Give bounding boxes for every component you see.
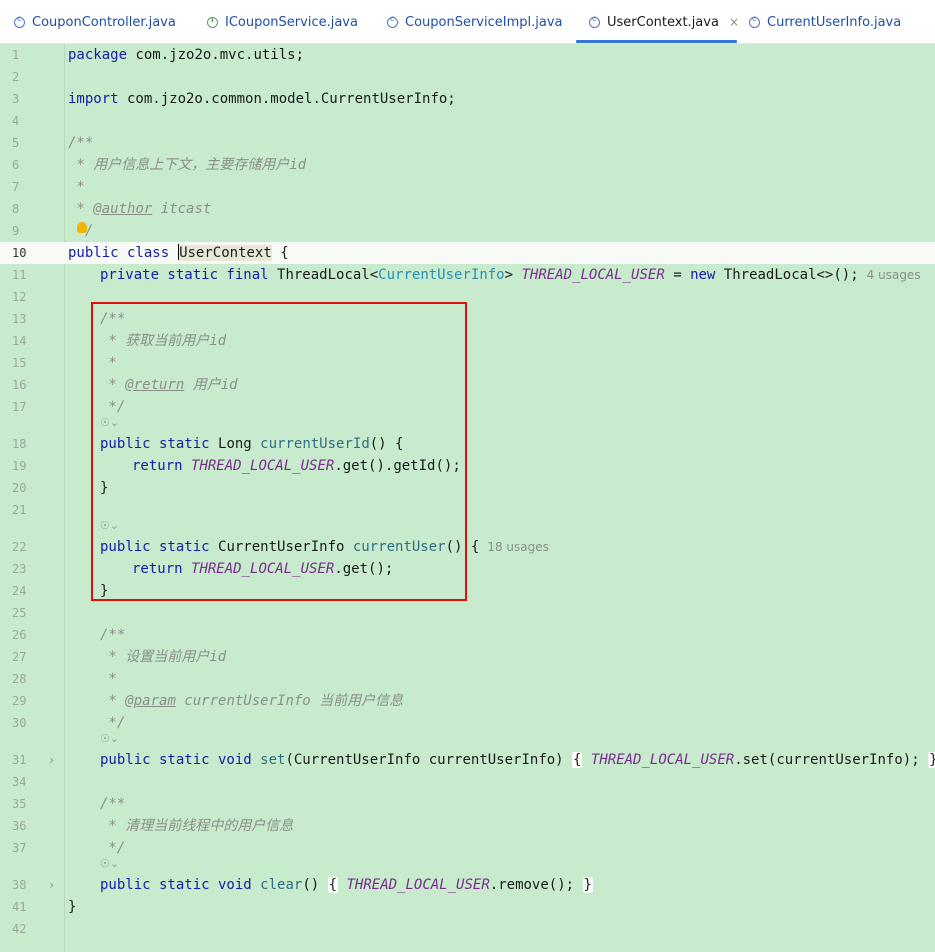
code-line: 41}	[12, 899, 77, 915]
code-line: 37 */	[12, 840, 126, 856]
code-line: 25	[12, 606, 27, 620]
code-editor[interactable]: 1 package com.jzo2o.mvc.utils; 2 3 import …	[0, 44, 935, 952]
code-line: 36 * 清理当前线程中的用户信息	[12, 818, 294, 834]
fold-chevron-icon[interactable]: ›	[48, 874, 55, 896]
code-line: 5/**	[12, 135, 94, 151]
editor-tab-bar: CouponController.java ICouponService.jav…	[0, 0, 935, 44]
code-line: 2	[12, 70, 20, 84]
class-icon	[387, 14, 398, 28]
code-line: 34	[12, 775, 27, 789]
code-line: 7 *	[12, 179, 85, 195]
active-tab-indicator	[576, 40, 737, 43]
intention-bulb-icon[interactable]	[77, 222, 87, 233]
fold-chevron-icon[interactable]: ›	[48, 749, 55, 771]
class-icon	[749, 14, 760, 28]
usages-hint[interactable]: 18 usages	[487, 540, 549, 554]
class-icon	[589, 14, 600, 28]
tab-current-user-info[interactable]: CurrentUserInfo.java	[749, 0, 901, 44]
class-icon	[14, 14, 25, 28]
tab-coupon-controller[interactable]: CouponController.java	[14, 0, 176, 44]
code-line: 11 private static final ThreadLocal<Curre…	[12, 267, 921, 283]
tab-icoupon-service[interactable]: ICouponService.java	[207, 0, 358, 44]
interface-icon	[207, 16, 218, 28]
code-line: 38 › public static void clear() { THREAD_L…	[0, 874, 935, 896]
code-line: 31 › public static void set(CurrentUserInf…	[0, 749, 935, 771]
code-line: 3 import com.jzo2o.common.model.CurrentUs…	[12, 91, 456, 107]
code-line: 27 * 设置当前用户id	[12, 649, 227, 665]
highlight-box	[91, 302, 467, 601]
code-line: 42	[12, 922, 27, 936]
tab-user-context[interactable]: UserContext.java×	[589, 0, 739, 44]
code-line: 28 *	[12, 671, 117, 687]
code-line: 9 */	[12, 223, 93, 239]
code-line: 30 */	[12, 715, 126, 731]
code-line: 1 package com.jzo2o.mvc.utils;	[12, 47, 305, 63]
code-line: 4	[12, 114, 20, 128]
code-line: 35/**	[12, 796, 126, 812]
code-line: 29 * @param currentUserInfo 当前用户信息	[12, 693, 404, 709]
code-line-current: 10 public class UserContext {	[0, 242, 935, 264]
usages-hint[interactable]: 4 usages	[867, 268, 921, 282]
ai-assist-icon[interactable]: ☉⌄	[100, 857, 119, 870]
tab-coupon-service-impl[interactable]: CouponServiceImpl.java	[387, 0, 563, 44]
close-tab-icon[interactable]: ×	[729, 15, 739, 29]
code-line: 6 * 用户信息上下文，主要存储用户id	[12, 157, 307, 173]
code-line: 26/**	[12, 627, 126, 643]
ai-assist-icon[interactable]: ☉⌄	[100, 732, 119, 745]
code-line: 8 * @author itcast	[12, 201, 212, 217]
